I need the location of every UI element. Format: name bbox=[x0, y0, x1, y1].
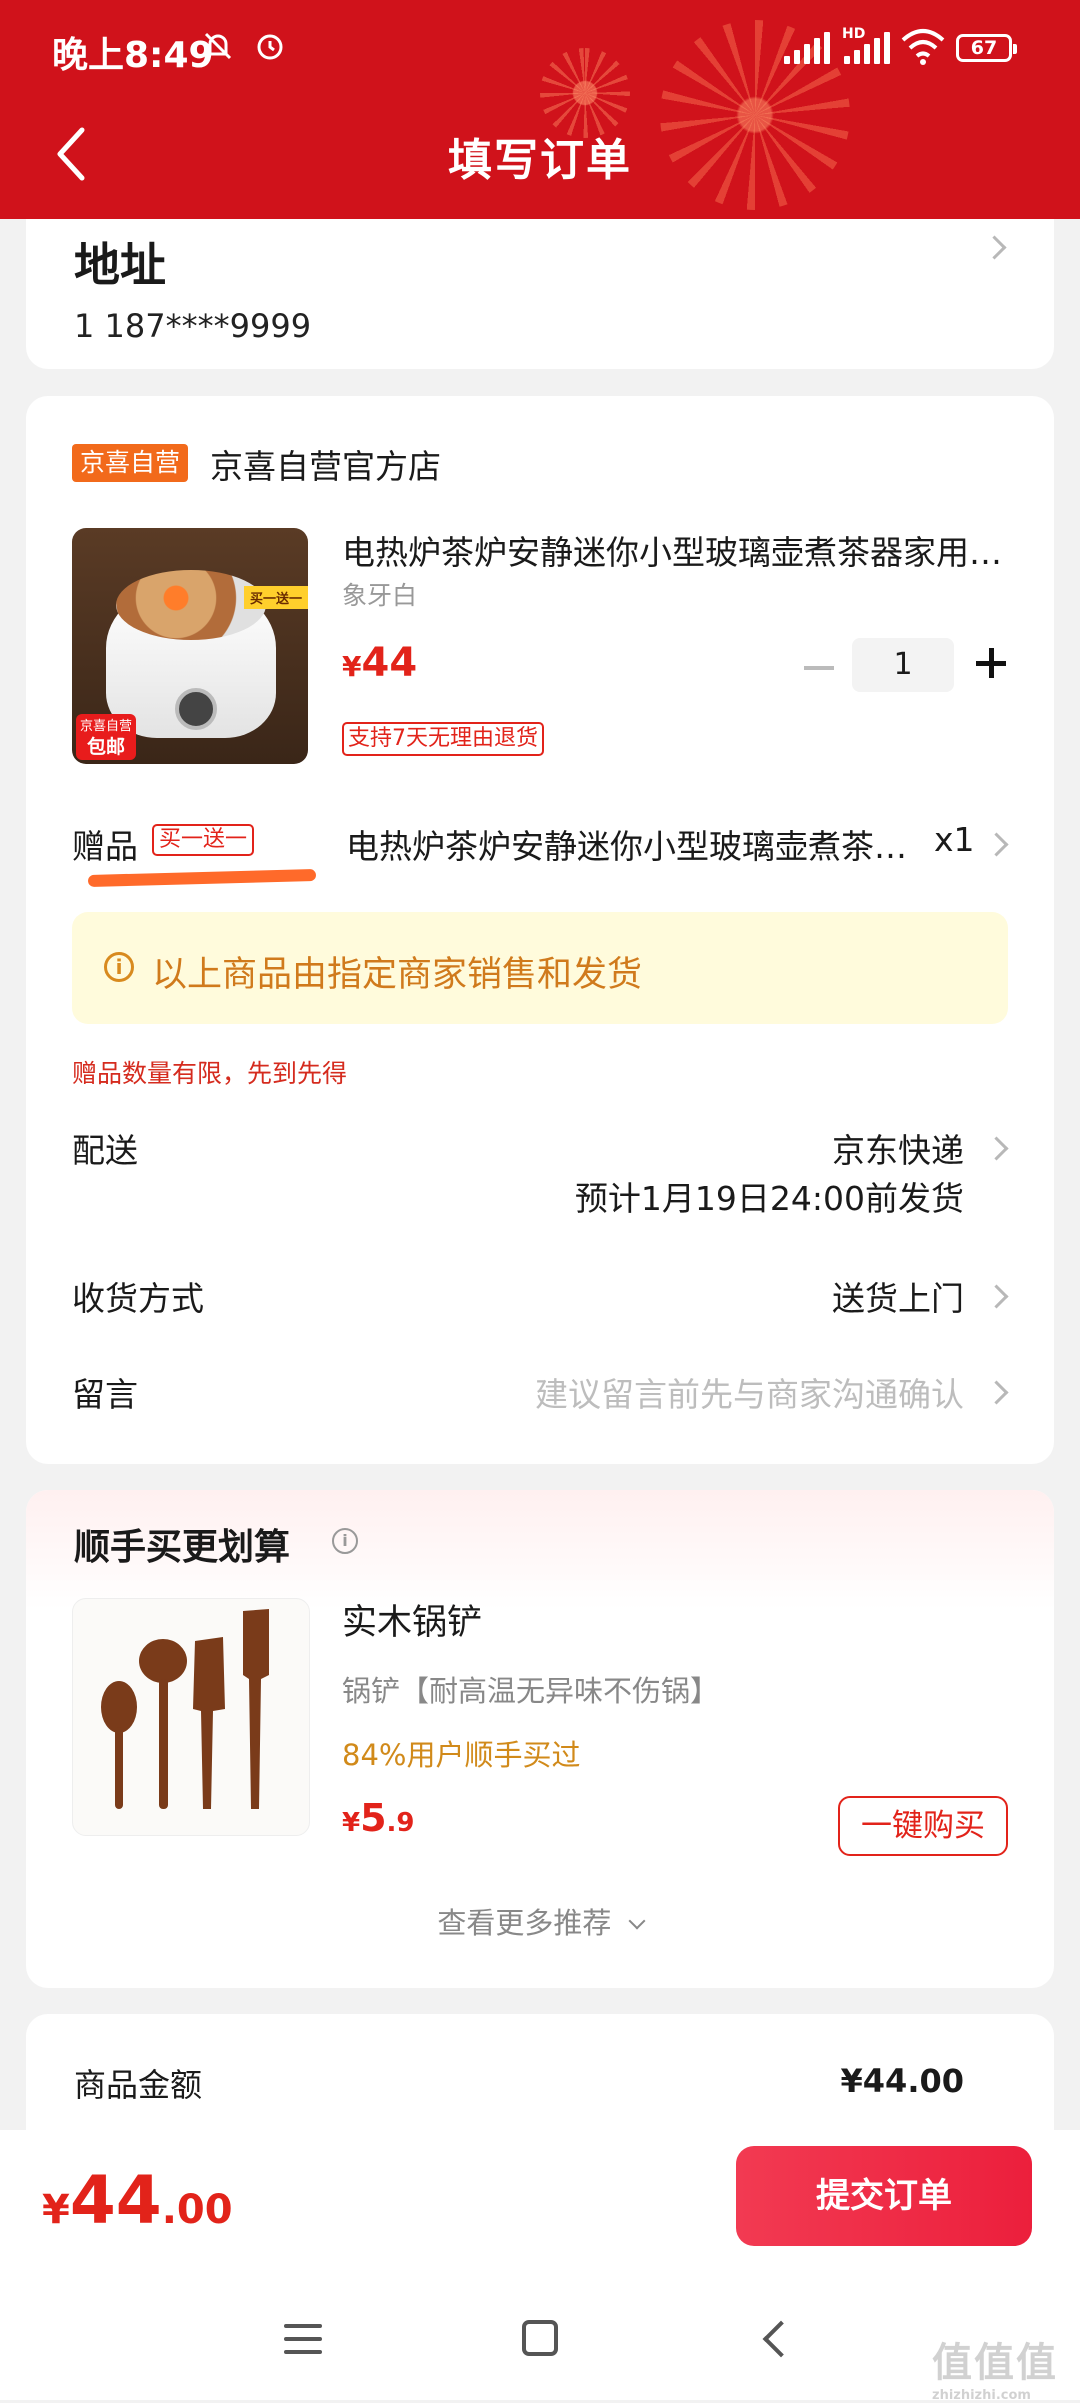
delivery-eta: 预计1月19日24:00前发货 bbox=[574, 1179, 964, 1218]
recommend-product-image[interactable] bbox=[72, 1598, 310, 1836]
cell-signal-icon bbox=[784, 30, 830, 64]
gift-label: 赠品 bbox=[72, 827, 138, 866]
image-promo-tag: 买一送一 bbox=[243, 586, 308, 609]
recommend-card: 顺手买更划算 i 实木锅铲 锅铲【耐高温无异味不伤锅】 84%用户顺手买过 ¥5… bbox=[26, 1490, 1054, 1988]
price-dec: .9 bbox=[386, 1808, 415, 1838]
total-int: 44 bbox=[69, 2162, 162, 2239]
recommend-product-desc: 锅铲【耐高温无异味不伤锅】 bbox=[342, 1674, 720, 1708]
recommend-product-name[interactable]: 实木锅铲 bbox=[342, 1594, 482, 1645]
message-input[interactable]: 建议留言前先与商家沟通确认 bbox=[535, 1368, 964, 1416]
one-click-buy-button[interactable]: 一键购买 bbox=[838, 1796, 1008, 1856]
see-more-label: 查看更多推荐 bbox=[437, 1906, 612, 1940]
highlight-underline bbox=[87, 869, 317, 887]
gift-limit-text: 赠品数量有限，先到先得 bbox=[72, 1059, 348, 1088]
menu-nav-icon[interactable] bbox=[284, 2324, 322, 2354]
quantity-minus-button[interactable] bbox=[804, 666, 834, 670]
see-more-recommend-link[interactable]: 查看更多推荐 bbox=[26, 1900, 1054, 1942]
address-card[interactable]: 地址 1 187****9999 bbox=[26, 219, 1054, 369]
product-image[interactable]: 买一送一 京喜自营 包邮 bbox=[72, 528, 308, 764]
battery-indicator: 67 bbox=[956, 34, 1017, 62]
total-currency: ¥ bbox=[42, 2187, 70, 2233]
cell-signal-icon bbox=[844, 30, 890, 64]
quantity-plus-button[interactable] bbox=[976, 648, 1006, 678]
total-price: ¥44.00 bbox=[42, 2162, 233, 2239]
seller-notice: i 以上商品由指定商家销售和发货 bbox=[72, 912, 1008, 1024]
chevron-down-icon bbox=[628, 1912, 646, 1930]
chevron-right-icon[interactable] bbox=[984, 832, 1009, 857]
tea-stove-knob bbox=[175, 688, 217, 730]
total-dec: .00 bbox=[161, 2187, 233, 2233]
status-time: 晚上8:49 bbox=[52, 35, 214, 76]
address-phone: 1 187****9999 bbox=[74, 307, 312, 345]
back-nav-icon[interactable] bbox=[762, 2320, 800, 2358]
price-currency: ¥ bbox=[342, 650, 362, 683]
recommend-title: 顺手买更划算 bbox=[74, 1527, 291, 1568]
price-value: 44 bbox=[361, 640, 418, 686]
page-title: 填写订单 bbox=[448, 135, 632, 186]
product-name[interactable]: 电热炉茶炉安静迷你小型玻璃壶煮茶器家用全自动 bbox=[342, 526, 1002, 574]
order-shop-card: 京喜自营 京喜自营官方店 买一送一 京喜自营 包邮 电热炉茶炉安静迷你小型玻璃壶… bbox=[26, 396, 1054, 1464]
wooden-spatula-illustration bbox=[101, 1609, 269, 1809]
seller-notice-text: 以上商品由指定商家销售和发货 bbox=[152, 955, 643, 995]
image-shipping-badge: 京喜自营 包邮 bbox=[76, 714, 136, 760]
info-icon: i bbox=[104, 952, 134, 982]
watermark-logo: 值值值 zhizhizhi.com bbox=[932, 2330, 1058, 2403]
receive-method-value[interactable]: 送货上门 bbox=[832, 1272, 964, 1320]
address-title: 地址 bbox=[74, 238, 166, 292]
alarm-clock-icon bbox=[257, 34, 283, 60]
delivery-value[interactable]: 京东快递 bbox=[832, 1124, 964, 1172]
chevron-right-icon bbox=[982, 235, 1007, 260]
image-badge-bottom: 包邮 bbox=[86, 736, 125, 758]
home-nav-icon[interactable] bbox=[522, 2320, 558, 2356]
wifi-icon bbox=[901, 29, 945, 65]
gift-tag: 买一送一 bbox=[152, 824, 255, 856]
checkout-bar: ¥44.00 提交订单 bbox=[0, 2130, 1080, 2400]
quantity-input[interactable]: 1 bbox=[852, 638, 954, 692]
product-spec: 象牙白 bbox=[342, 581, 418, 610]
gift-name[interactable]: 电热炉茶炉安静迷你小型玻璃壶煮茶器家用全自动 bbox=[346, 820, 926, 868]
delivery-label: 配送 bbox=[72, 1131, 138, 1170]
receive-method-label: 收货方式 bbox=[72, 1279, 204, 1318]
chevron-right-icon[interactable] bbox=[984, 1380, 1009, 1405]
shop-badge: 京喜自营 bbox=[72, 444, 189, 482]
watermark-text: 值值值 bbox=[932, 2340, 1058, 2386]
price-int: 5 bbox=[360, 1796, 387, 1840]
submit-order-button[interactable]: 提交订单 bbox=[736, 2146, 1032, 2246]
app-header: 晚上8:49 HD 67 填写订单 bbox=[0, 0, 1080, 219]
product-price: ¥44 bbox=[342, 640, 417, 686]
info-icon[interactable]: i bbox=[332, 1528, 358, 1554]
returns-policy-tag: 支持7天无理由退货 bbox=[342, 722, 544, 756]
chevron-right-icon[interactable] bbox=[984, 1284, 1009, 1309]
watermark-url: zhizhizhi.com bbox=[932, 2388, 1031, 2403]
goods-amount-value: ¥44.00 bbox=[840, 2062, 964, 2100]
shop-name[interactable]: 京喜自营官方店 bbox=[210, 440, 441, 488]
price-currency: ¥ bbox=[342, 1808, 361, 1838]
gift-quantity: x1 bbox=[934, 820, 975, 859]
message-label: 留言 bbox=[72, 1375, 138, 1414]
chevron-right-icon[interactable] bbox=[984, 1136, 1009, 1161]
goods-amount-label: 商品金额 bbox=[74, 2066, 203, 2104]
image-badge-top: 京喜自营 bbox=[79, 719, 132, 734]
mute-bell-icon bbox=[204, 32, 232, 60]
recommend-sold-rate: 84%用户顺手买过 bbox=[342, 1738, 581, 1772]
recommend-price: ¥5.9 bbox=[342, 1796, 415, 1840]
